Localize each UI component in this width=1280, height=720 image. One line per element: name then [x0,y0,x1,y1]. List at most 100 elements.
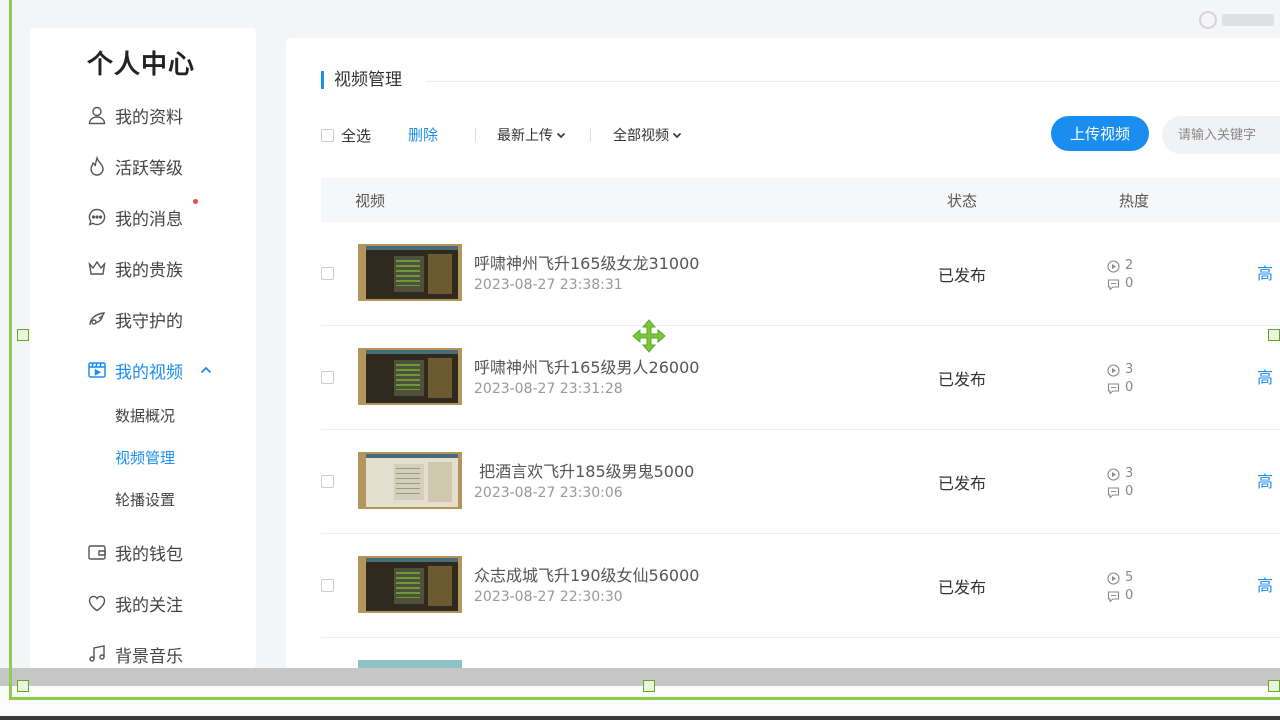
play-count-icon [1107,467,1120,481]
video-thumbnail[interactable] [358,452,462,509]
comment-count: 0 [1125,588,1134,603]
heat-stats: 3 0 [1107,465,1133,501]
toolbar: 全选 删除 最新上传 全部视频 上传视频 [321,116,1280,154]
divider [426,81,1280,82]
message-icon [86,206,108,228]
sidebar-item-label: 我的资料 [115,107,183,128]
wallet-icon [86,541,108,563]
sidebar-item-wallet[interactable]: 我的钱包 [86,537,183,567]
video-title[interactable]: 呼啸神州飞升165级女龙31000 [474,250,699,274]
video-title[interactable]: 众志成城飞升190级女仙56000 [474,562,699,586]
play-count-icon [1107,363,1120,377]
watermark-logo-icon [1199,11,1274,29]
comment-icon [1107,486,1120,499]
play-count-icon [1107,571,1120,585]
status-text: 已发布 [938,370,987,389]
sidebar-item-nobility[interactable]: 我的贵族 [86,253,183,283]
filter-dropdown[interactable]: 全部视频 [613,125,682,145]
video-thumbnail[interactable] [358,556,462,613]
sidebar-item-label: 我守护的 [115,311,183,332]
heat-stats: 3 0 [1107,361,1133,397]
row-action-link[interactable]: 高 [1257,572,1273,596]
music-icon [86,643,108,665]
status-text: 已发布 [938,266,987,285]
heat-stats: 2 0 [1107,257,1133,293]
comment-icon [1107,590,1120,603]
crown-icon [86,257,108,279]
video-date: 2023-08-27 23:31:28 [474,381,623,397]
sort-dropdown[interactable]: 最新上传 [497,125,566,145]
row-action-link[interactable]: 高 [1257,260,1273,284]
screen: 个人中心 我的资料 活跃等级 我的消息 我的贵族 我守护的 我的视频 数据概况 … [0,0,1280,720]
select-all-label: 全选 [341,127,372,145]
column-header-heat: 热度 [1119,192,1150,210]
scrollbar-track[interactable] [0,668,1280,686]
column-header-video: 视频 [355,192,386,210]
filter-dropdown-label: 全部视频 [613,128,669,144]
sidebar-item-follows[interactable]: 我的关注 [86,588,183,618]
sidebar-item-label: 我的消息 [115,209,183,230]
video-title[interactable]: 把酒言欢飞升185级男鬼5000 [474,458,694,482]
flame-icon [86,155,108,177]
submenu-item-data-overview[interactable]: 数据概况 [115,405,175,426]
resize-handle-bottom-left[interactable] [17,680,29,692]
row-checkbox[interactable] [321,371,334,384]
sidebar-item-videos[interactable]: 我的视频 [86,355,213,385]
video-management-panel: 视频管理 全选 删除 最新上传 全部视频 上传视频 视频 状态 热度 [286,38,1280,668]
table-header: 视频 状态 热度 [321,178,1280,222]
status-strip [0,686,1280,720]
video-thumbnail[interactable] [358,244,462,301]
comment-icon [1107,278,1120,291]
chevron-down-icon [556,132,566,139]
comment-icon [1107,382,1120,395]
sidebar-item-profile[interactable]: 我的资料 [86,100,183,130]
wing-icon [86,308,108,330]
sidebar-item-label: 活跃等级 [115,158,183,179]
sidebar-title: 个人中心 [87,50,196,80]
video-thumbnail [358,660,462,668]
row-checkbox[interactable] [321,267,334,280]
search-input[interactable] [1162,116,1280,154]
sidebar-item-label: 我的视频 [115,362,183,383]
sidebar-item-music[interactable]: 背景音乐 [86,639,183,669]
comment-count: 0 [1125,484,1134,499]
video-date: 2023-08-27 22:30:30 [474,589,623,605]
resize-handle-bottom[interactable] [643,680,655,692]
table-row[interactable]: 把酒言欢飞升185级男鬼5000 2023-08-27 23:30:06 已发布… [321,430,1280,534]
video-thumbnail[interactable] [358,348,462,405]
table-row[interactable]: 呼啸神州飞升165级男人26000 2023-08-27 23:31:28 已发… [321,326,1280,430]
resize-handle-left[interactable] [17,329,29,341]
resize-handle-bottom-right[interactable] [1268,680,1280,692]
video-title[interactable]: 呼啸神州飞升165级男人26000 [474,354,699,378]
divider [475,128,476,142]
sidebar: 个人中心 我的资料 活跃等级 我的消息 我的贵族 我守护的 我的视频 数据概况 … [30,28,256,668]
row-action-link[interactable]: 高 [1257,468,1273,492]
video-date: 2023-08-27 23:30:06 [474,485,623,501]
section-title: 视频管理 [321,71,402,89]
upload-video-button[interactable]: 上传视频 [1051,116,1149,151]
chevron-up-icon[interactable] [199,363,213,377]
submenu-item-video-management[interactable]: 视频管理 [115,447,175,468]
delete-button[interactable]: 删除 [408,124,438,145]
play-count: 5 [1125,570,1134,585]
resize-handle-right[interactable] [1268,329,1280,341]
comment-count: 0 [1125,380,1134,395]
submenu-item-carousel-settings[interactable]: 轮播设置 [115,489,175,510]
row-action-link[interactable]: 高 [1257,364,1273,388]
sidebar-item-messages[interactable]: 我的消息 [86,202,183,232]
video-date: 2023-08-27 23:38:31 [474,277,623,293]
sort-dropdown-label: 最新上传 [497,128,553,144]
status-text: 已发布 [938,578,987,597]
checkbox-box[interactable] [321,129,334,142]
row-checkbox[interactable] [321,579,334,592]
sidebar-item-guarding[interactable]: 我守护的 [86,304,183,334]
chevron-down-icon [672,132,682,139]
select-all-checkbox[interactable]: 全选 [321,125,371,146]
notification-dot [193,199,198,204]
sidebar-item-label: 背景音乐 [115,646,183,667]
table-row[interactable]: 众志成城飞升190级女仙56000 2023-08-27 22:30:30 已发… [321,534,1280,638]
table-row[interactable]: 呼啸神州飞升165级女龙31000 2023-08-27 23:38:31 已发… [321,222,1280,326]
move-cursor-icon[interactable] [632,319,666,353]
row-checkbox[interactable] [321,475,334,488]
sidebar-item-level[interactable]: 活跃等级 [86,151,183,181]
